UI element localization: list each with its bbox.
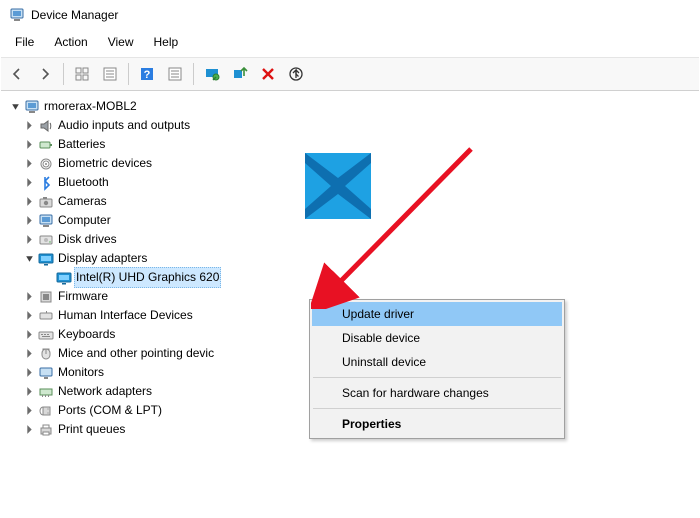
- context-menu-item[interactable]: Disable device: [312, 326, 562, 350]
- root-label: rmorerax-MOBL2: [42, 97, 139, 116]
- twisty-closed-icon[interactable]: [21, 384, 37, 400]
- bluetooth-icon: [37, 175, 55, 191]
- tree-root[interactable]: rmorerax-MOBL2: [3, 97, 697, 116]
- context-menu[interactable]: Update driverDisable deviceUninstall dev…: [309, 299, 565, 439]
- network-icon: [37, 384, 55, 400]
- category-label: Computer: [56, 211, 113, 230]
- category-label: Keyboards: [56, 325, 117, 344]
- twisty-closed-icon[interactable]: [21, 289, 37, 305]
- category-label: Human Interface Devices: [56, 306, 195, 325]
- show-hidden-button[interactable]: [69, 61, 95, 87]
- twisty-closed-icon[interactable]: [21, 118, 37, 134]
- tree-category[interactable]: Audio inputs and outputs: [21, 116, 697, 135]
- add-legacy-button[interactable]: [227, 61, 253, 87]
- twisty-closed-icon[interactable]: [21, 194, 37, 210]
- category-label: Biometric devices: [56, 154, 154, 173]
- twisty-closed-icon[interactable]: [21, 308, 37, 324]
- category-label: Firmware: [56, 287, 110, 306]
- category-label: Mice and other pointing devic: [56, 344, 216, 363]
- category-label: Monitors: [56, 363, 106, 382]
- twisty-closed-icon[interactable]: [21, 175, 37, 191]
- menu-action[interactable]: Action: [44, 33, 97, 51]
- computer-icon: [23, 99, 41, 115]
- logo-overlay-icon: [305, 153, 371, 219]
- menubar: File Action View Help: [1, 30, 699, 57]
- toolbar: [1, 57, 699, 91]
- category-label: Bluetooth: [56, 173, 111, 192]
- toolbar-sep: [63, 63, 64, 85]
- hid-icon: [37, 308, 55, 324]
- mouse-icon: [37, 346, 55, 362]
- menu-help[interactable]: Help: [144, 33, 189, 51]
- twisty-closed-icon[interactable]: [21, 422, 37, 438]
- toolbar-sep: [193, 63, 194, 85]
- port-icon: [37, 403, 55, 419]
- device-manager-window: Device Manager File Action View Help rmo…: [0, 0, 700, 518]
- firmware-icon: [37, 289, 55, 305]
- keyboard-icon: [37, 327, 55, 343]
- category-label: Display adapters: [56, 249, 149, 268]
- app-icon: [9, 7, 25, 23]
- context-menu-item[interactable]: Update driver: [312, 302, 562, 326]
- context-menu-separator: [313, 377, 561, 378]
- category-label: Ports (COM & LPT): [56, 401, 164, 420]
- forward-button[interactable]: [32, 61, 58, 87]
- twisty-closed-icon[interactable]: [21, 232, 37, 248]
- camera-icon: [37, 194, 55, 210]
- category-label: Print queues: [56, 420, 127, 439]
- context-menu-item[interactable]: Uninstall device: [312, 350, 562, 374]
- twisty-closed-icon[interactable]: [21, 403, 37, 419]
- action-button[interactable]: [162, 61, 188, 87]
- category-label: Cameras: [56, 192, 109, 211]
- twisty-open-icon[interactable]: [7, 99, 23, 115]
- twisty-closed-icon[interactable]: [21, 137, 37, 153]
- titlebar: Device Manager: [1, 1, 699, 30]
- tree-category[interactable]: Display adapters: [21, 249, 697, 268]
- help-button[interactable]: [134, 61, 160, 87]
- category-label: Batteries: [56, 135, 107, 154]
- category-label: Audio inputs and outputs: [56, 116, 192, 135]
- display-icon: [55, 270, 73, 286]
- menu-view[interactable]: View: [98, 33, 144, 51]
- twisty-closed-icon[interactable]: [21, 156, 37, 172]
- category-label: Network adapters: [56, 382, 154, 401]
- tree-category[interactable]: Batteries: [21, 135, 697, 154]
- tree-device[interactable]: Intel(R) UHD Graphics 620: [39, 268, 697, 287]
- menu-file[interactable]: File: [5, 33, 44, 51]
- display-icon: [37, 251, 55, 267]
- uninstall-button[interactable]: [255, 61, 281, 87]
- audio-icon: [37, 118, 55, 134]
- category-label: Disk drives: [56, 230, 119, 249]
- monitor-icon: [37, 365, 55, 381]
- context-menu-separator: [313, 408, 561, 409]
- battery-icon: [37, 137, 55, 153]
- twisty-closed-icon[interactable]: [21, 346, 37, 362]
- computer-icon: [37, 213, 55, 229]
- properties-button[interactable]: [97, 61, 123, 87]
- context-menu-item[interactable]: Properties: [312, 412, 562, 436]
- window-title: Device Manager: [31, 8, 118, 22]
- twisty-closed-icon[interactable]: [21, 365, 37, 381]
- twisty-closed-icon[interactable]: [21, 213, 37, 229]
- context-menu-item[interactable]: Scan for hardware changes: [312, 381, 562, 405]
- toolbar-sep: [128, 63, 129, 85]
- tree-category[interactable]: Disk drives: [21, 230, 697, 249]
- scan-hardware-button[interactable]: [199, 61, 225, 87]
- twisty-closed-icon[interactable]: [21, 327, 37, 343]
- disk-icon: [37, 232, 55, 248]
- biometric-icon: [37, 156, 55, 172]
- device-label: Intel(R) UHD Graphics 620: [74, 267, 221, 288]
- printer-icon: [37, 422, 55, 438]
- back-button[interactable]: [4, 61, 30, 87]
- twisty-open-icon[interactable]: [21, 251, 37, 267]
- update-driver-button[interactable]: [283, 61, 309, 87]
- twisty-none: [39, 270, 55, 286]
